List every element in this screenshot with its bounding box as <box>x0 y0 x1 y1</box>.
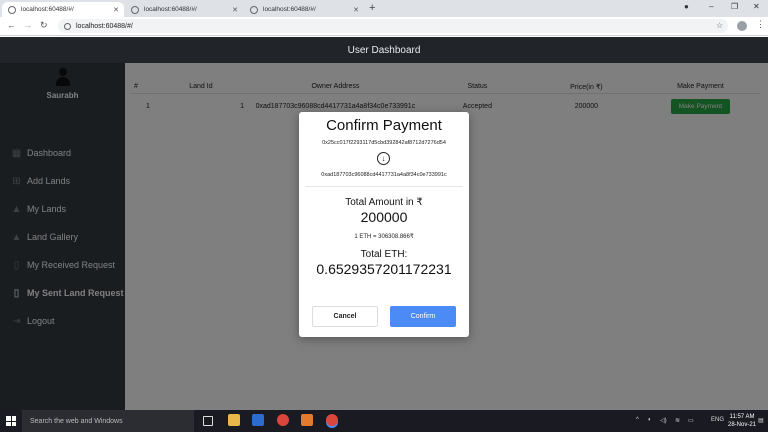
total-eth-label: Total ETH: <box>360 249 408 260</box>
profile-icon[interactable]: ● <box>684 2 689 11</box>
dialog-title: Confirm Payment <box>326 117 442 134</box>
system-clock[interactable]: 11:57 AM 28-Nov-21 <box>728 413 756 429</box>
back-icon[interactable]: ← <box>7 20 16 30</box>
browser-tab[interactable]: localhost:60488/#/ ✕ <box>2 2 124 17</box>
total-amount-label: Total Amount in ₹ <box>345 197 423 208</box>
address-bar[interactable]: localhost:60488/#/ <box>58 19 728 33</box>
to-address: 0xad187703c96088cd4417731a4a8f34c0e73399… <box>321 172 447 178</box>
browser-toolbar: ← → ↻ localhost:60488/#/ ☆ ⋮ <box>0 17 768 36</box>
maximize-icon[interactable]: ❐ <box>731 2 738 11</box>
bookmark-star-icon[interactable]: ☆ <box>716 21 723 30</box>
chrome-icon[interactable] <box>277 414 289 426</box>
windows-taskbar: Search the web and Windows ^ ◐ ◁) ≋ ▭ EN… <box>0 410 768 432</box>
tab-title: localhost:60488/#/ <box>263 6 316 13</box>
from-address: 0x25cc017f2293117d5cbd392842af8712d7276d… <box>322 140 446 146</box>
browser-tab-strip: localhost:60488/#/ ✕ localhost:60488/#/ … <box>0 0 768 17</box>
minimize-icon[interactable]: – <box>709 2 713 11</box>
globe-icon <box>131 5 139 14</box>
volume-icon[interactable]: ◁) <box>660 417 667 424</box>
page-title: User Dashboard <box>347 44 421 56</box>
clock-time: 11:57 AM <box>729 414 755 420</box>
taskbar-search[interactable]: Search the web and Windows <box>22 410 194 432</box>
clock-date: 28-Nov-21 <box>728 422 757 428</box>
language-indicator[interactable]: ENG <box>711 417 724 423</box>
account-avatar[interactable] <box>737 21 747 31</box>
network-icon[interactable]: ◐ <box>648 417 652 423</box>
url-text: localhost:60488/#/ <box>76 22 133 30</box>
info-icon <box>64 22 71 30</box>
task-view-icon[interactable] <box>203 416 213 426</box>
app-icon[interactable] <box>252 414 264 426</box>
battery-icon[interactable]: ▭ <box>688 417 694 424</box>
close-icon[interactable]: ✕ <box>113 6 119 14</box>
forward-icon[interactable]: → <box>23 20 32 30</box>
browser-menu-icon[interactable]: ⋮ <box>756 19 765 30</box>
tab-title: localhost:60488/#/ <box>21 6 74 13</box>
chrome-icon[interactable] <box>326 414 338 426</box>
app-header: User Dashboard <box>0 37 768 63</box>
confirm-payment-dialog: Confirm Payment 0x25cc017f2293117d5cbd39… <box>299 112 469 337</box>
notifications-icon[interactable]: ▤ <box>758 417 764 424</box>
close-window-icon[interactable]: ✕ <box>753 2 760 11</box>
search-placeholder: Search the web and Windows <box>30 417 123 425</box>
globe-icon <box>250 5 258 14</box>
close-icon[interactable]: ✕ <box>232 6 238 14</box>
close-icon[interactable]: ✕ <box>353 6 359 14</box>
globe-icon <box>8 5 16 14</box>
arrow-down-circle-icon: ↓ <box>377 152 390 165</box>
cancel-button[interactable]: Cancel <box>312 306 378 327</box>
browser-tab[interactable]: localhost:60488/#/ ✕ <box>125 2 243 17</box>
windows-start-icon[interactable] <box>6 416 16 426</box>
app-icon[interactable] <box>301 414 313 426</box>
new-tab-icon[interactable]: + <box>369 2 375 15</box>
divider <box>305 186 463 187</box>
exchange-rate: 1 ETH = 306308.866₹ <box>354 234 414 240</box>
tray-chevron-icon[interactable]: ^ <box>636 417 639 423</box>
confirm-button[interactable]: Confirm <box>390 306 456 327</box>
wifi-icon[interactable]: ≋ <box>675 417 680 424</box>
tab-title: localhost:60488/#/ <box>144 6 197 13</box>
total-amount-value: 200000 <box>360 209 408 225</box>
file-explorer-icon[interactable] <box>228 414 240 426</box>
total-eth-value: 0.6529357201172231 <box>316 261 452 277</box>
reload-icon[interactable]: ↻ <box>40 20 48 31</box>
browser-tab[interactable]: localhost:60488/#/ ✕ <box>244 2 364 17</box>
